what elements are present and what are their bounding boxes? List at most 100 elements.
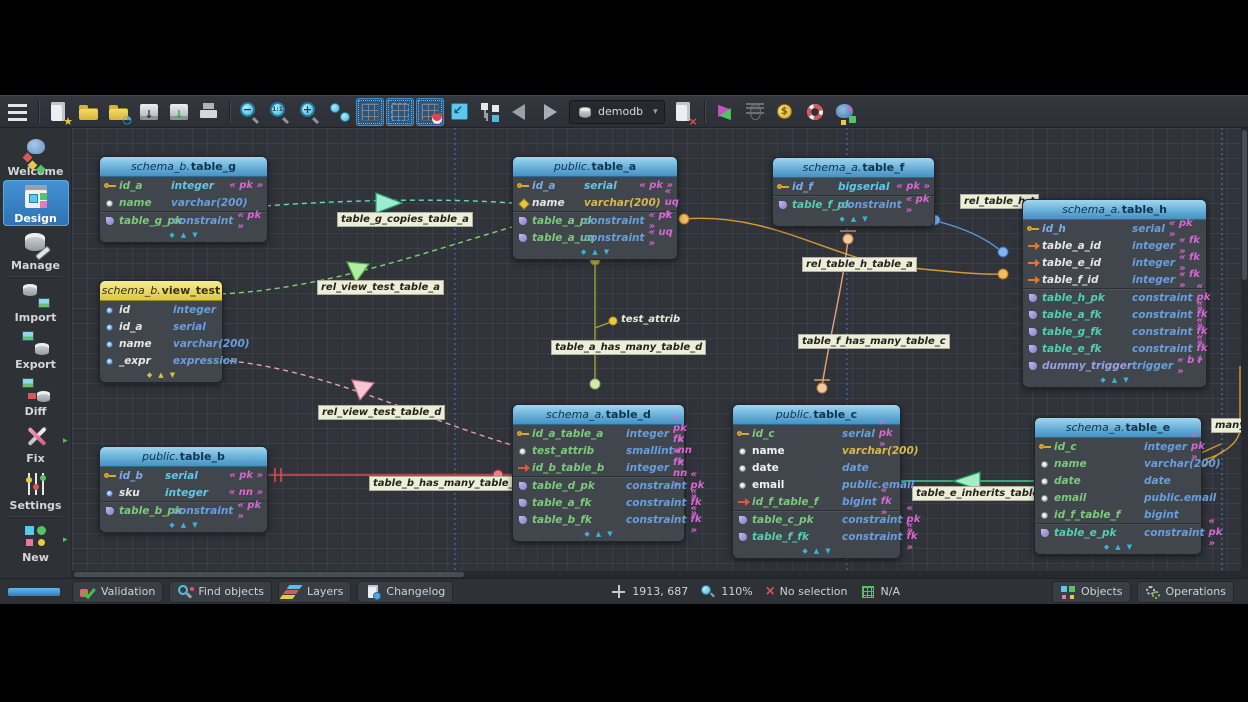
expand-icon[interactable]: ▲ (181, 232, 186, 239)
zoom-original-button[interactable]: 1:1 (266, 98, 294, 126)
column-row[interactable]: table_f_idinteger« fk » (1023, 271, 1206, 288)
sidebar-item-welcome[interactable]: Welcome (3, 133, 69, 179)
hide-icon[interactable]: ▼ (862, 216, 867, 223)
edge-rel_view_test_table_d[interactable] (221, 360, 512, 445)
column-row[interactable]: id_aserial (100, 318, 222, 335)
hide-icon[interactable]: ▼ (825, 548, 830, 555)
column-row[interactable]: table_f_pkconstraint« pk » (773, 195, 934, 213)
column-row[interactable]: table_c_pkconstraint« pk » (733, 510, 900, 528)
relationship-label[interactable]: rel_view_test_table_a (317, 280, 444, 295)
table-header[interactable]: public.table_b (100, 447, 267, 467)
collapse-icon[interactable]: ◆ (584, 531, 589, 538)
column-row[interactable]: namevarchar(200) (733, 442, 900, 459)
donate-button[interactable]: $ (771, 98, 799, 126)
print-model-button[interactable] (195, 98, 223, 126)
expand-icon[interactable]: ▲ (158, 372, 163, 379)
objects-button[interactable]: Objects (1052, 581, 1131, 603)
table-header[interactable]: schema_a.table_e (1035, 418, 1201, 438)
column-row[interactable]: table_b_pkconstraint« pk » (100, 501, 267, 519)
collapse-icon[interactable]: ◆ (169, 522, 174, 529)
column-row[interactable]: table_g_pkconstraint« pk » (100, 211, 267, 229)
relationship-label[interactable]: rel_view_test_table_d (318, 405, 445, 420)
table-table_f[interactable]: schema_a.table_fid_fbigserial« pk »table… (772, 157, 935, 227)
column-row[interactable]: namevarchar(200) (100, 335, 222, 352)
sidebar-item-new[interactable]: New▸ (3, 519, 69, 565)
column-row[interactable]: id_cinteger« pk » (1035, 438, 1201, 455)
column-row[interactable]: table_f_fkconstraint« fk » (733, 528, 900, 545)
view-view_test[interactable]: schema_b.view_testidintegerid_aserialnam… (99, 280, 223, 383)
design-canvas[interactable]: table_g_copies_table_arel_view_test_tabl… (72, 128, 1248, 578)
expand-objects-button[interactable] (476, 98, 504, 126)
edge-rel_table_h_table_f[interactable] (936, 221, 1001, 251)
column-row[interactable]: table_a_fkconstraint« fk » (513, 494, 684, 511)
column-row[interactable]: table_g_fkconstraint« fk » (1023, 323, 1206, 340)
operations-button[interactable]: Operations (1137, 581, 1234, 603)
bug-report-button[interactable] (741, 98, 769, 126)
column-row[interactable]: table_a_fkconstraint« fk » (1023, 306, 1206, 323)
table-table_d[interactable]: schema_a.table_did_a_table_ainteger« pk … (512, 404, 685, 542)
column-row[interactable]: datedate (1035, 472, 1201, 489)
collapse-icon[interactable]: ◆ (1104, 544, 1109, 551)
column-row[interactable]: namevarchar(200) (100, 194, 267, 211)
table-header[interactable]: schema_a.table_f (773, 158, 934, 178)
column-row[interactable]: idinteger (100, 301, 222, 318)
hide-icon[interactable]: ▼ (192, 232, 197, 239)
vertical-scrollbar-handle[interactable] (1242, 130, 1247, 280)
expand-icon[interactable]: ▲ (596, 531, 601, 538)
new-model-button[interactable]: ★ (45, 98, 73, 126)
column-row[interactable]: emailpublic.email (1035, 489, 1201, 506)
show-grid-button[interactable] (356, 98, 384, 126)
sidebar-item-design[interactable]: Design (3, 180, 69, 226)
table-table_a[interactable]: public.table_aid_aserial« pk »namevarcha… (512, 156, 678, 260)
support-button[interactable] (801, 98, 829, 126)
save-model-button[interactable]: ↓ (135, 98, 163, 126)
validation-button[interactable]: Validation (72, 581, 163, 603)
table-table_h[interactable]: schema_a.table_hid_hserial« pk »table_a_… (1022, 199, 1207, 388)
column-row[interactable]: datedate (733, 459, 900, 476)
zoom-in-button[interactable]: + (296, 98, 324, 126)
recent-models-button[interactable]: ◔ (105, 98, 133, 126)
open-model-button[interactable] (75, 98, 103, 126)
column-row[interactable]: namevarchar(200)« uq » (513, 194, 677, 211)
compact-view-button[interactable]: ↙ (446, 98, 474, 126)
column-row[interactable]: id_fbigserial« pk » (773, 178, 934, 195)
hide-icon[interactable]: ▼ (192, 522, 197, 529)
sidebar-item-manage[interactable]: Manage (3, 227, 69, 273)
relationship-label[interactable]: table_e_inherits_table_c (912, 486, 1054, 501)
hide-icon[interactable]: ▼ (1123, 377, 1128, 384)
column-row[interactable]: test_attribsmallint« nn » (513, 442, 684, 459)
relationship-label[interactable]: table_b_has_many_table_d (369, 476, 525, 491)
main-menu-button[interactable] (4, 98, 32, 126)
hide-icon[interactable]: ▼ (170, 372, 175, 379)
column-row[interactable]: table_d_pkconstraint« pk » (513, 476, 684, 494)
relationship-label[interactable]: table_f_has_many_table_c (798, 334, 950, 349)
collapse-icon[interactable]: ◆ (802, 548, 807, 555)
zoom-out-button[interactable]: − (236, 98, 264, 126)
collapse-icon[interactable]: ◆ (169, 232, 174, 239)
horizontal-scrollbar-handle[interactable] (74, 572, 464, 577)
expand-icon[interactable]: ▲ (592, 249, 597, 256)
horizontal-scrollbar[interactable] (72, 571, 1241, 578)
collapse-icon[interactable]: ◆ (147, 372, 152, 379)
column-row[interactable]: id_bserial« pk » (100, 467, 267, 484)
best-fit-button[interactable] (326, 98, 354, 126)
database-selector[interactable]: demodb▾ (569, 100, 665, 124)
hide-icon[interactable]: ▼ (604, 249, 609, 256)
vertical-scrollbar[interactable] (1241, 128, 1248, 578)
changelog-button[interactable]: Changelog (357, 581, 453, 603)
table-table_b[interactable]: public.table_bid_bserial« pk »skuinteger… (99, 446, 268, 533)
column-row[interactable]: table_e_pkconstraint« pk » (1035, 523, 1201, 541)
column-row[interactable]: id_b_table_binteger« fk nn » (513, 459, 684, 476)
expand-icon[interactable]: ▲ (814, 548, 819, 555)
relationship-attribute-label[interactable]: test_attrib (621, 314, 680, 325)
column-row[interactable]: _exprexpression (100, 352, 222, 369)
column-row[interactable]: id_a_table_ainteger« pk fk » (513, 425, 684, 442)
snap-to-grid-button[interactable] (416, 98, 444, 126)
column-row[interactable]: table_h_pkconstraint« pk » (1023, 288, 1206, 306)
save-model-as-button[interactable]: ↓ (165, 98, 193, 126)
relationship-label[interactable]: table_a_has_many_table_d (551, 340, 706, 355)
column-row[interactable]: id_f_table_fbigint (1035, 506, 1201, 523)
column-row[interactable]: id_f_table_fbigint« fk » (733, 493, 900, 510)
sidebar-item-export[interactable]: Export (3, 326, 69, 372)
expand-icon[interactable]: ▲ (851, 216, 856, 223)
